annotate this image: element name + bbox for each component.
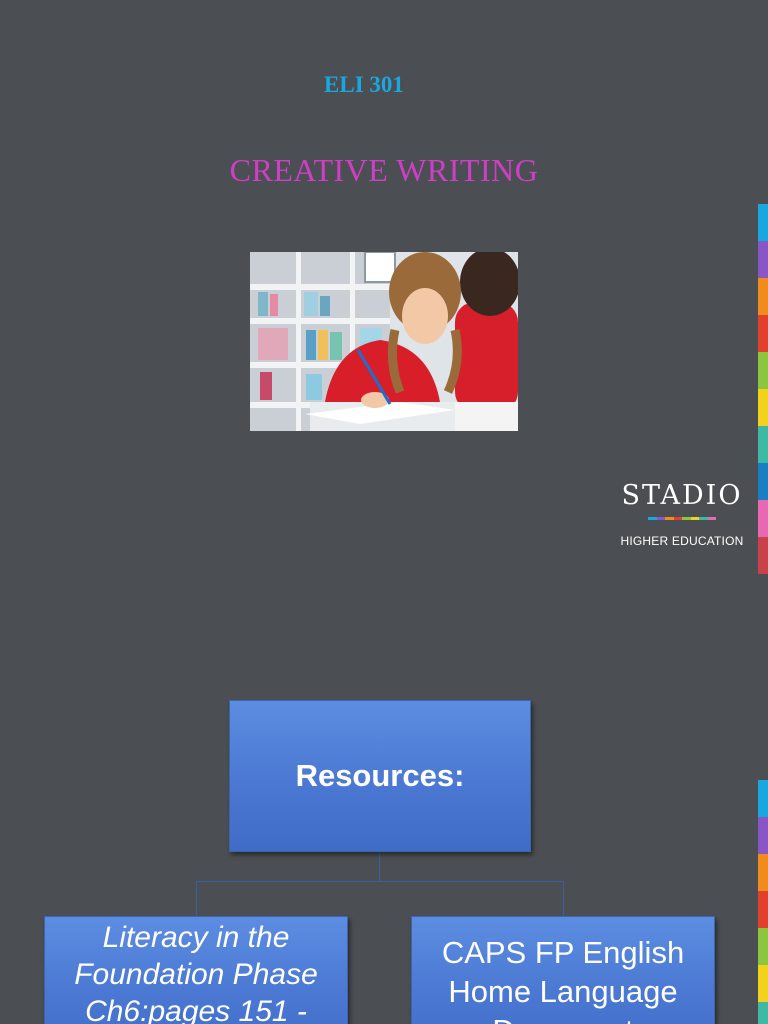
connector-line bbox=[563, 881, 564, 916]
literacy-resource-box: Literacy in the Foundation Phase Ch6:pag… bbox=[44, 916, 348, 1024]
stripe-segment bbox=[758, 965, 768, 1002]
logo-wordmark: STADIO bbox=[621, 480, 743, 511]
resources-heading-box: Resources: bbox=[229, 700, 531, 852]
stripe-segment bbox=[758, 352, 768, 389]
stripe-segment bbox=[758, 278, 768, 315]
resources-heading: Resources: bbox=[295, 758, 465, 793]
stripe-segment bbox=[758, 928, 768, 965]
color-stripes bbox=[758, 204, 768, 574]
stripe-segment bbox=[758, 891, 768, 928]
logo-color-bar bbox=[648, 517, 716, 520]
logo-subtitle: HIGHER EDUCATION bbox=[620, 534, 744, 548]
stripe-segment bbox=[758, 315, 768, 352]
stripe-segment bbox=[758, 817, 768, 854]
literacy-line-1: Literacy in the bbox=[102, 921, 290, 954]
stripe-segment bbox=[758, 463, 768, 500]
literacy-line-2: Foundation Phase bbox=[74, 958, 318, 991]
course-code: ELI 301 bbox=[324, 72, 404, 97]
color-stripes bbox=[758, 780, 768, 1024]
stripe-segment bbox=[758, 854, 768, 891]
stadio-logo: STADIO HIGHER EDUCATION bbox=[620, 480, 744, 548]
stripe-segment bbox=[758, 537, 768, 574]
stripe-segment bbox=[758, 1002, 768, 1024]
course-title: CREATIVE WRITING bbox=[229, 152, 539, 188]
caps-line-1: CAPS FP English bbox=[441, 935, 685, 970]
connector-line bbox=[196, 881, 197, 916]
stripe-segment bbox=[758, 241, 768, 278]
literacy-line-3: Ch6:pages 151 - bbox=[85, 995, 307, 1024]
caps-resource-box: CAPS FP English Home Language Document bbox=[411, 916, 715, 1024]
stripe-segment bbox=[758, 780, 768, 817]
stripe-segment bbox=[758, 389, 768, 426]
caps-line-3: Document bbox=[412, 1011, 714, 1024]
stripe-segment bbox=[758, 500, 768, 537]
photo-illustration bbox=[250, 252, 518, 431]
stripe-segment bbox=[758, 426, 768, 463]
connector-line bbox=[379, 852, 380, 882]
title-slide: ELI 301 CREATIVE WRITING STADIO HIGHER E… bbox=[0, 0, 768, 576]
caps-line-2: Home Language bbox=[448, 974, 678, 1009]
connector-line bbox=[196, 881, 564, 882]
stripe-segment bbox=[758, 204, 768, 241]
girl-writing-photo bbox=[250, 252, 518, 431]
